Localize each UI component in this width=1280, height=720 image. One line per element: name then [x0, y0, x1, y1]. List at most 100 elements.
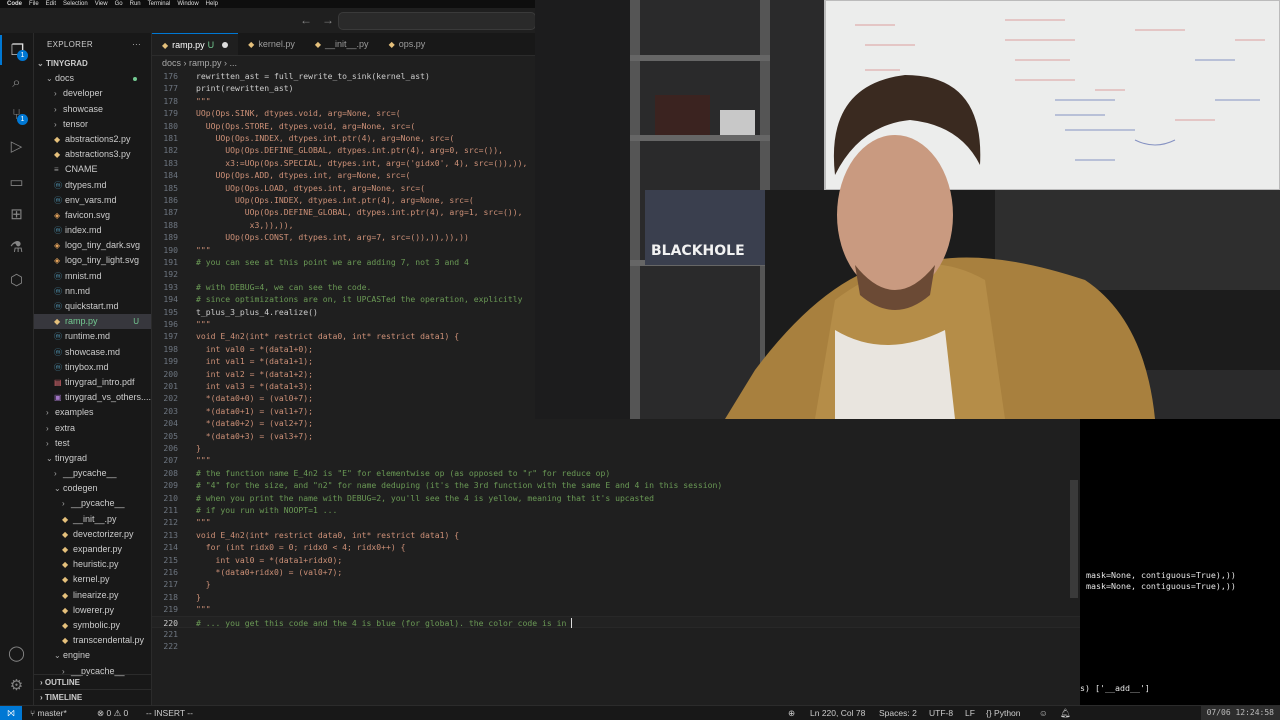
- tree-folder[interactable]: › developer: [34, 86, 151, 101]
- tree-file[interactable]: ⓜ nn.md: [34, 284, 151, 299]
- tree-file[interactable]: ◆ lowerer.py: [34, 603, 151, 618]
- terminal-panel[interactable]: mask=None, contiguous=True),)) mask=None…: [1080, 419, 1280, 705]
- code-text: UOp(Ops.DEFINE_GLOBAL, dtypes.int.ptr(4)…: [196, 145, 503, 156]
- tree-file[interactable]: ▤ tinygrad_intro.pdf: [34, 375, 151, 390]
- tree-file[interactable]: ◆ devectorizer.py: [34, 527, 151, 542]
- tree-item-label: logo_tiny_dark.svg: [65, 240, 141, 251]
- source-control-icon[interactable]: ⑂ 1: [0, 99, 33, 129]
- mac-menu-item[interactable]: Selection: [63, 1, 88, 7]
- encoding[interactable]: UTF-8: [929, 706, 953, 720]
- breadcrumb[interactable]: docs › ramp.py › ...: [152, 56, 535, 71]
- mac-menu-item[interactable]: Terminal: [148, 1, 171, 7]
- tree-file[interactable]: ⓜ tinybox.md: [34, 360, 151, 375]
- tree-file[interactable]: ⓜ mnist.md: [34, 269, 151, 284]
- tree-file[interactable]: ⓜ env_vars.md: [34, 193, 151, 208]
- tree-file[interactable]: ⓜ runtime.md: [34, 329, 151, 344]
- zoom-icon[interactable]: ⊕: [788, 706, 795, 720]
- line-ending[interactable]: LF: [965, 706, 975, 720]
- tree-folder[interactable]: ⌄ docs: [34, 71, 151, 86]
- editor-tab[interactable]: ◆ ramp.py U: [152, 33, 239, 55]
- timeline-section[interactable]: › TIMELINE: [34, 689, 151, 704]
- chevron-down-icon: ⌄: [54, 484, 61, 494]
- settings-gear-icon[interactable]: ⚙: [0, 670, 33, 700]
- code-line: 220 # ... you get this code and the 4 is …: [152, 615, 1080, 628]
- code-text: # you can see at this point we are addin…: [196, 257, 469, 267]
- editor-tab[interactable]: ◆ ops.py: [379, 33, 436, 55]
- line-number: 193: [163, 281, 178, 292]
- language-mode[interactable]: {} Python: [986, 706, 1021, 720]
- tree-item-label: transcendental.py: [73, 635, 145, 646]
- mac-menu-item[interactable]: Run: [130, 1, 141, 7]
- tree-folder[interactable]: › extra: [34, 421, 151, 436]
- command-center-search[interactable]: [338, 12, 536, 30]
- notifications-icon[interactable]: 🔔︎: [1060, 706, 1071, 720]
- tree-file[interactable]: ⓜ quickstart.md: [34, 299, 151, 314]
- code-line: 213 void E_4n2(int* restrict data0, int* …: [152, 529, 1080, 541]
- tree-folder[interactable]: › tensor: [34, 117, 151, 132]
- mac-menu-item[interactable]: Code: [7, 1, 22, 7]
- tree-file[interactable]: ◆ __init__.py: [34, 512, 151, 527]
- tree-file[interactable]: ≡ CNAME: [34, 162, 151, 177]
- tree-item-label: __pycache__: [71, 498, 125, 509]
- tree-file[interactable]: ◈ logo_tiny_light.svg: [34, 253, 151, 268]
- account-icon[interactable]: ◯: [0, 638, 33, 668]
- tree-file[interactable]: ◆ linearize.py: [34, 588, 151, 603]
- py-file-icon: ◆: [54, 134, 61, 144]
- tree-file[interactable]: ◆ kernel.py: [34, 572, 151, 587]
- tree-folder[interactable]: › __pycache__: [34, 466, 151, 481]
- line-number: 217: [163, 579, 178, 590]
- tree-file[interactable]: ◆ expander.py: [34, 542, 151, 557]
- tree-file[interactable]: ◆ transcendental.py: [34, 633, 151, 648]
- search-icon[interactable]: ⌕: [0, 67, 33, 97]
- activity-bar: ❐ 1 ⌕ ⑂ 1 ▷ ▭ ⊞ ⚗ ⬡ ◯ ⚙: [0, 33, 34, 705]
- tree-folder[interactable]: › showcase: [34, 102, 151, 117]
- mac-menu-item[interactable]: View: [95, 1, 108, 7]
- tree-file[interactable]: ◆ symbolic.py: [34, 618, 151, 633]
- tree-folder[interactable]: ⌄ tinygrad: [34, 451, 151, 466]
- explorer-more-icon[interactable]: ···: [132, 33, 141, 56]
- tree-file[interactable]: ⓜ index.md: [34, 223, 151, 238]
- problems-indicator[interactable]: ⊗ 0 ⚠ 0: [97, 706, 128, 720]
- editor-tab[interactable]: ◆ kernel.py: [238, 33, 305, 55]
- tree-file[interactable]: ◆ abstractions3.py: [34, 147, 151, 162]
- code-text: rewritten_ast = full_rewrite_to_sink(ker…: [196, 71, 430, 81]
- tree-folder[interactable]: › __pycache__: [34, 496, 151, 511]
- tree-file[interactable]: ▣ tinygrad_vs_others....: [34, 390, 151, 405]
- mac-menu-item[interactable]: Help: [206, 1, 218, 7]
- docker-icon[interactable]: ⬡: [0, 265, 33, 295]
- tree-folder[interactable]: › examples: [34, 405, 151, 420]
- indentation[interactable]: Spaces: 2: [879, 706, 917, 720]
- tree-file[interactable]: ⓜ dtypes.md: [34, 178, 151, 193]
- mac-menu-item[interactable]: Go: [115, 1, 123, 7]
- tree-item-label: devectorizer.py: [73, 528, 134, 539]
- webcam-overlay: BLACKHOLE: [535, 0, 1280, 419]
- tree-file[interactable]: ◈ favicon.svg: [34, 208, 151, 223]
- cursor-position[interactable]: Ln 220, Col 78: [810, 706, 865, 720]
- copilot-icon[interactable]: ☺: [1039, 706, 1048, 720]
- tree-file[interactable]: ⓜ showcase.md: [34, 345, 151, 360]
- md-file-icon: ⓜ: [54, 286, 62, 296]
- tree-folder[interactable]: › test: [34, 436, 151, 451]
- explorer-icon[interactable]: ❐ 1: [0, 35, 33, 65]
- run-debug-icon[interactable]: ▷: [0, 131, 33, 161]
- tree-file[interactable]: ◆ ramp.py U: [34, 314, 151, 330]
- testing-icon[interactable]: ⚗: [0, 232, 33, 262]
- git-branch[interactable]: ⑂ master*: [30, 706, 67, 720]
- tree-file[interactable]: ◆ abstractions2.py: [34, 132, 151, 147]
- mac-menu-item[interactable]: Window: [177, 1, 198, 7]
- remote-explorer-icon[interactable]: ▭: [0, 167, 33, 197]
- mac-menu-item[interactable]: Edit: [46, 1, 56, 7]
- tree-file[interactable]: ◆ heuristic.py: [34, 557, 151, 572]
- tree-file[interactable]: ◈ logo_tiny_dark.svg: [34, 238, 151, 253]
- tree-item-label: tinygrad: [55, 452, 88, 463]
- remote-indicator-icon[interactable]: ⨝: [0, 706, 22, 720]
- tree-folder[interactable]: ⌄ codegen: [34, 481, 151, 496]
- editor-tab[interactable]: ◆ __init__.py: [305, 33, 379, 55]
- mac-menu-item[interactable]: File: [29, 1, 39, 7]
- outline-section[interactable]: › OUTLINE: [34, 674, 151, 689]
- editor-scrollbar[interactable]: [1070, 480, 1078, 598]
- unsaved-dot-icon[interactable]: [222, 42, 229, 48]
- extensions-icon[interactable]: ⊞: [0, 199, 33, 229]
- tree-folder[interactable]: ⌄ engine: [34, 648, 151, 663]
- workspace-root[interactable]: ⌄ TINYGRAD: [34, 56, 151, 71]
